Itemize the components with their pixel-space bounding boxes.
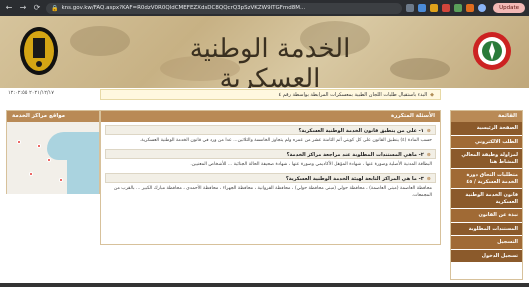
- profile-avatar[interactable]: [478, 4, 486, 12]
- map-pin[interactable]: [59, 178, 63, 182]
- map-pin[interactable]: [17, 140, 21, 144]
- menu-item-law-overview[interactable]: نبذة عن القانون: [451, 209, 522, 223]
- faq-item: ٢- ماهي المستندات المطلوبة عند مراجعة مر…: [105, 149, 436, 171]
- menu-item-job[interactable]: لمزاولة وظيفة المعالي المشاط هنا: [451, 149, 522, 169]
- extension-icon[interactable]: [406, 4, 414, 12]
- extension-icon[interactable]: [442, 4, 450, 12]
- faq-answer: حسب المادة (٤) ينطبق القانون على كل كويت…: [139, 138, 432, 143]
- lock-icon: 🔒: [51, 4, 59, 12]
- service-centers-map[interactable]: [7, 122, 99, 194]
- announcement-ticker[interactable]: البدء باستقبال طلبات اللجان الطبية بمعسك…: [100, 89, 441, 100]
- expand-icon: ⊕: [426, 152, 431, 158]
- panel-title: القائمة: [451, 111, 522, 122]
- address-bar[interactable]: 🔒 kns.gov.kw/FAQ.aspx?KAF=R0dzV0R0QldCME…: [46, 2, 402, 14]
- panel-title: الأسئلة المتكررة: [101, 111, 440, 122]
- update-button[interactable]: Update: [493, 3, 525, 13]
- menu-item-register[interactable]: التسجيل: [451, 236, 522, 250]
- extension-icon[interactable]: [466, 4, 474, 12]
- faq-answer: البطاقة المدنية الأصلية وصورة عنها ، شها…: [190, 162, 432, 167]
- current-date: ٢٠٢١/١٢/١٧ ١٢:٠٢:٥٥: [8, 90, 54, 96]
- faq-question[interactable]: ٣- ما هي المراكز التابعة لهيئة الخدمة ال…: [105, 173, 436, 183]
- kuwait-army-emblem: [473, 32, 511, 70]
- url-text: kns.gov.kw/FAQ.aspx?KAF=R0dzV0R0QldCMEFE…: [61, 5, 306, 11]
- map-pin[interactable]: [47, 158, 51, 162]
- expand-icon: ⊕: [426, 176, 431, 182]
- panel-title: مواقع مراكز الخدمة: [7, 111, 99, 122]
- announcement-text: البدء باستقبال طلبات اللجان الطبية بمعسك…: [278, 91, 428, 98]
- menu-item-home[interactable]: الصفحة الرئيسية: [451, 122, 522, 136]
- site-title: الخدمة الوطنية العسكرية: [189, 34, 351, 88]
- faq-answer: محافظة العاصمة (مبنى العاصمة) ، محافظة ح…: [113, 186, 432, 198]
- forward-icon[interactable]: →: [18, 0, 28, 16]
- map-pin[interactable]: [37, 144, 41, 148]
- expand-icon: ⊕: [426, 128, 431, 134]
- back-icon[interactable]: ←: [4, 0, 14, 16]
- faq-panel: الأسئلة المتكررة ١- على من ينطبق قانون ا…: [100, 110, 441, 245]
- menu-item-login[interactable]: تسجيل الدخول: [451, 249, 522, 263]
- reload-icon[interactable]: ⟳: [32, 0, 42, 16]
- menu-item-online-request[interactable]: الطلب الالكتروني: [451, 135, 522, 149]
- menu-item-required-documents[interactable]: المستندات المطلوبة: [451, 222, 522, 236]
- extension-icon[interactable]: [418, 4, 426, 12]
- megaphone-icon: ◆: [430, 91, 434, 98]
- faq-item: ٣- ما هي المراكز التابعة لهيئة الخدمة ال…: [105, 173, 436, 202]
- extension-icon[interactable]: [430, 4, 438, 12]
- faq-question[interactable]: ٢- ماهي المستندات المطلوبة عند مراجعة مر…: [105, 149, 436, 159]
- browser-toolbar: ← → ⟳ 🔒 kns.gov.kw/FAQ.aspx?KAF=R0dzV0R0…: [0, 0, 529, 16]
- faq-item: ١- على من ينطبق قانون الخدمة الوطنية الع…: [105, 125, 436, 147]
- map-pin[interactable]: [29, 172, 33, 176]
- extension-icon[interactable]: [454, 4, 462, 12]
- sidebar-menu: القائمة الصفحة الرئيسية الطلب الالكتروني…: [450, 110, 523, 280]
- military-service-logo: [20, 27, 58, 75]
- menu-item-service-law[interactable]: قانون الخدمة الوطنية العسكرية: [451, 189, 522, 209]
- page-footer-border: [0, 283, 529, 287]
- service-centers-panel: مواقع مراكز الخدمة: [6, 110, 100, 194]
- menu-item-course-requirements[interactable]: متطلبات التحاق دورة الخدمة العسكرية / ٤٥: [451, 169, 522, 189]
- site-header: الخدمة الوطنية العسكرية: [0, 16, 529, 88]
- faq-question[interactable]: ١- على من ينطبق قانون الخدمة الوطنية الع…: [105, 125, 436, 135]
